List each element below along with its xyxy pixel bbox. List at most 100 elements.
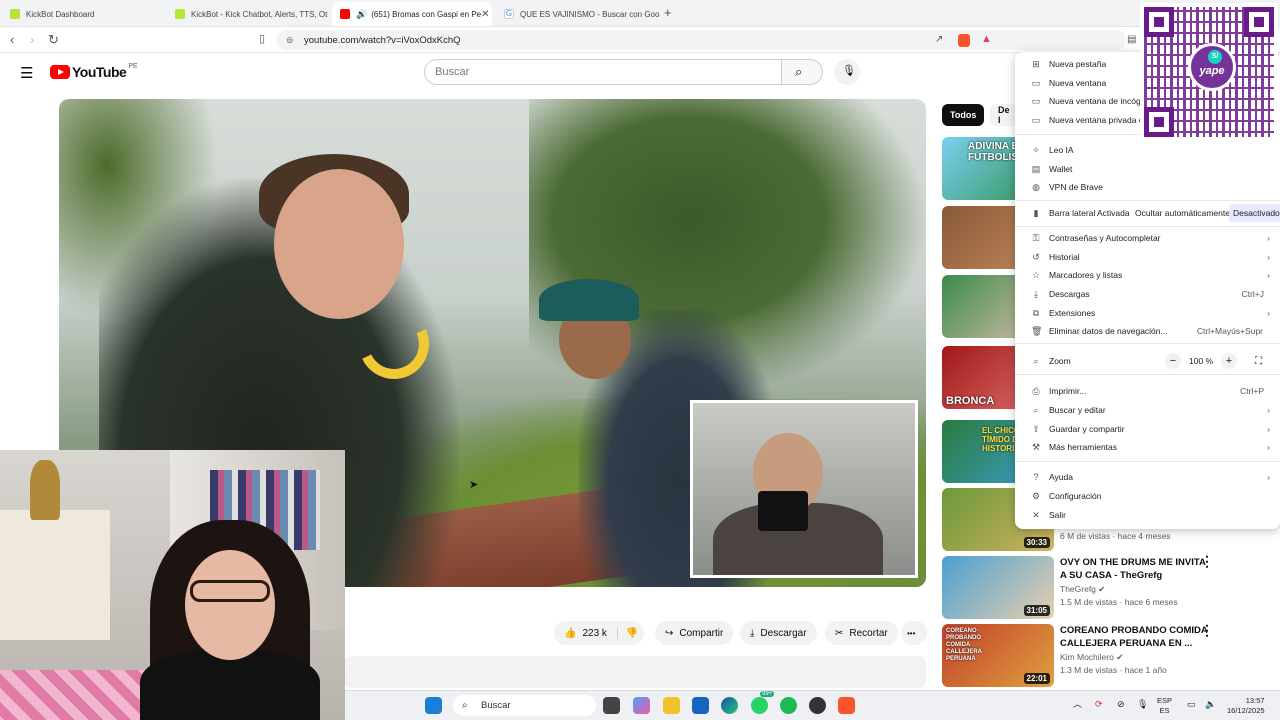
channel-name[interactable]: TheGrefg (1060, 584, 1096, 594)
tab-kickbot-chatbot[interactable]: KickBot - Kick Chatbot, Alerts, TTS, Ot (167, 2, 332, 26)
back-icon[interactable]: ‹ (10, 32, 14, 47)
youtube-search-button[interactable]: ⌕ (781, 59, 823, 85)
submenu-arrow-icon: › (1267, 252, 1270, 262)
menu-item-bookmarks[interactable]: ☆ Marcadores y listas › (1015, 266, 1280, 284)
menu-item-zoom: ⌕ Zoom − 100 % + ⛶ (1015, 352, 1280, 370)
menu-item-leo[interactable]: ✧ Leo IA (1015, 141, 1280, 159)
like-button[interactable]: 👍 223 k 👎 (554, 621, 644, 645)
more-actions-button[interactable]: ••• (901, 621, 927, 645)
forward-icon[interactable]: › (30, 32, 34, 47)
submenu-arrow-icon: › (1267, 308, 1270, 318)
recommendation-info[interactable]: 6 M de vistas · hace 4 meses (1060, 529, 1210, 541)
spotify-icon[interactable] (780, 697, 797, 714)
webcam-person-face (185, 550, 275, 660)
edge-icon[interactable] (721, 697, 738, 714)
bookmark-icon[interactable]: ▯ (259, 32, 265, 45)
tray-chevron-icon[interactable]: ︿ (1073, 699, 1082, 709)
description-box[interactable] (344, 656, 926, 688)
tray-app-icon[interactable]: ⟳ (1095, 699, 1103, 709)
chip-from-channel[interactable]: De l (990, 104, 1018, 126)
share-icon[interactable]: ↗ (935, 34, 943, 45)
video-title: COREANO PROBANDO COMIDA CALLEJERA PERUAN… (1060, 625, 1208, 649)
menu-item-settings[interactable]: ⚙ Configuración (1015, 487, 1280, 505)
sidebar-option-autohide[interactable]: Ocultar automáticamente (1131, 204, 1234, 222)
taskbar-search[interactable]: ⌕ Buscar (453, 695, 596, 716)
whatsapp-icon[interactable]: 99+ (751, 691, 775, 714)
new-tab-button[interactable]: + (664, 5, 672, 20)
menu-item-exit[interactable]: ✕ Salir (1015, 506, 1280, 524)
vpn-icon: ◍ (1032, 182, 1040, 192)
menu-label: Marcadores y listas (1049, 270, 1123, 280)
sidebar-option-off[interactable]: Desactivado (1229, 204, 1280, 222)
menu-item-save-share[interactable]: ⇪ Guardar y compartir › (1015, 420, 1280, 438)
share-button[interactable]: ↪ Compartir (655, 621, 734, 645)
menu-label: Imprimir... (1049, 386, 1087, 396)
audio-playing-icon[interactable]: 🔊 (356, 9, 367, 20)
recommendation-info[interactable]: OVY ON THE DRUMS ME INVITA A SU CASA - T… (1060, 556, 1210, 607)
youtube-logo[interactable]: YouTube PE (50, 63, 138, 80)
menu-label: Nueva ventana (1049, 78, 1107, 88)
tab-youtube-active[interactable]: 🔊 (651) Bromas con Gaspi en Pe ✕ (332, 2, 492, 26)
zoom-out-button[interactable]: − (1165, 353, 1181, 369)
taskbar-search-label: Buscar (481, 700, 511, 711)
tray-monitor-icon[interactable]: ▭ (1187, 699, 1196, 709)
qr-finder-pattern (1144, 7, 1174, 37)
menu-item-downloads[interactable]: ⤓ Descargas Ctrl+J (1015, 285, 1280, 303)
sidebar-option-on[interactable]: Activada (1093, 204, 1134, 222)
obs-icon[interactable] (809, 697, 826, 714)
menu-item-vpn[interactable]: ◍ VPN de Brave (1015, 178, 1280, 196)
more-options-icon[interactable]: ⋮ (1200, 622, 1214, 639)
clock[interactable]: 13:57 16/12/2025 (1227, 696, 1265, 716)
menu-item-more-tools[interactable]: ⚒ Más herramientas › (1015, 438, 1280, 456)
zoom-in-button[interactable]: + (1221, 353, 1237, 369)
site-info-icon[interactable]: ⊜ (286, 35, 294, 46)
store-icon[interactable] (692, 697, 709, 714)
help-icon: ? (1033, 472, 1039, 482)
menu-label: Buscar y editar (1049, 405, 1106, 415)
menu-item-passwords[interactable]: ⚿ Contraseñas y Autocompletar › (1015, 229, 1280, 247)
menu-item-history[interactable]: ↺ Historial › (1015, 248, 1280, 266)
copilot-icon[interactable] (633, 697, 650, 714)
more-options-icon[interactable]: ⋮ (1200, 553, 1214, 570)
language-indicator[interactable]: ESP ES (1157, 696, 1172, 716)
passwords-icon: ⚿ (1032, 233, 1040, 243)
chip-all[interactable]: Todos (942, 104, 985, 126)
youtube-search-input[interactable]: Buscar (424, 59, 782, 85)
voice-search-button[interactable]: 🎙 (834, 59, 860, 85)
reload-icon[interactable]: ↻ (48, 32, 59, 48)
menu-item-clear-data[interactable]: 🗑 Eliminar datos de navegación... Ctrl+May… (1015, 322, 1280, 340)
tab-kickbot-dashboard[interactable]: KickBot Dashboard (2, 2, 167, 26)
menu-item-extensions[interactable]: ⧉ Extensiones › (1015, 304, 1280, 322)
tab-google-search[interactable]: G QUE ES VAJINISMO - Buscar con Goo (496, 2, 661, 26)
brave-shields-icon[interactable] (958, 34, 970, 47)
channel-name[interactable]: Kim Mochilero (1060, 652, 1114, 662)
tray-network-icon[interactable]: ⊘ (1117, 699, 1125, 709)
tray-microphone-icon[interactable]: 🎙 (1137, 699, 1148, 709)
fullscreen-icon[interactable]: ⛶ (1255, 356, 1262, 367)
menu-item-find-edit[interactable]: ⌕ Buscar y editar › (1015, 401, 1280, 419)
download-icon: ⤓ (750, 627, 755, 639)
windows-start-icon[interactable] (425, 697, 442, 714)
recommendation-info[interactable]: COREANO PROBANDO COMIDA CALLEJERA PERUAN… (1060, 624, 1210, 675)
menu-label: Más herramientas (1049, 442, 1118, 452)
task-view-icon[interactable] (603, 697, 620, 714)
clip-button[interactable]: ✂ Recortar (825, 621, 898, 645)
hamburger-menu-icon[interactable]: ☰ (20, 64, 33, 82)
url-bar[interactable]: ⊜ youtube.com/watch?v=iVoxOdxKchQ ▭ (276, 30, 1126, 50)
thumbs-down-icon[interactable]: 👎 (616, 627, 638, 639)
brave-browser-icon[interactable] (838, 697, 855, 714)
menu-item-help[interactable]: ? Ayuda › (1015, 468, 1280, 486)
zoom-icon: ⌕ (1033, 356, 1039, 366)
tray-volume-icon[interactable]: 🔈 (1205, 699, 1216, 709)
menu-item-print[interactable]: ⎙ Imprimir... Ctrl+P (1015, 382, 1280, 400)
menu-label: Guardar y compartir (1049, 424, 1125, 434)
menu-item-wallet[interactable]: ▤ Wallet (1015, 160, 1280, 178)
recommendation-thumbnail[interactable]: 31:05 (942, 556, 1054, 619)
download-button[interactable]: ⤓ Descargar (740, 621, 817, 645)
brave-rewards-icon[interactable]: ▲ (981, 33, 992, 45)
new-tab-icon: ⊞ (1032, 59, 1040, 69)
close-tab-icon[interactable]: ✕ (481, 9, 489, 20)
file-explorer-icon[interactable] (663, 697, 680, 714)
sidebar-toggle-icon[interactable]: ▤ (1127, 34, 1136, 45)
recommendation-thumbnail[interactable]: COREANO PROBANDO COMIDA CALLEJERA PERUAN… (942, 624, 1054, 687)
